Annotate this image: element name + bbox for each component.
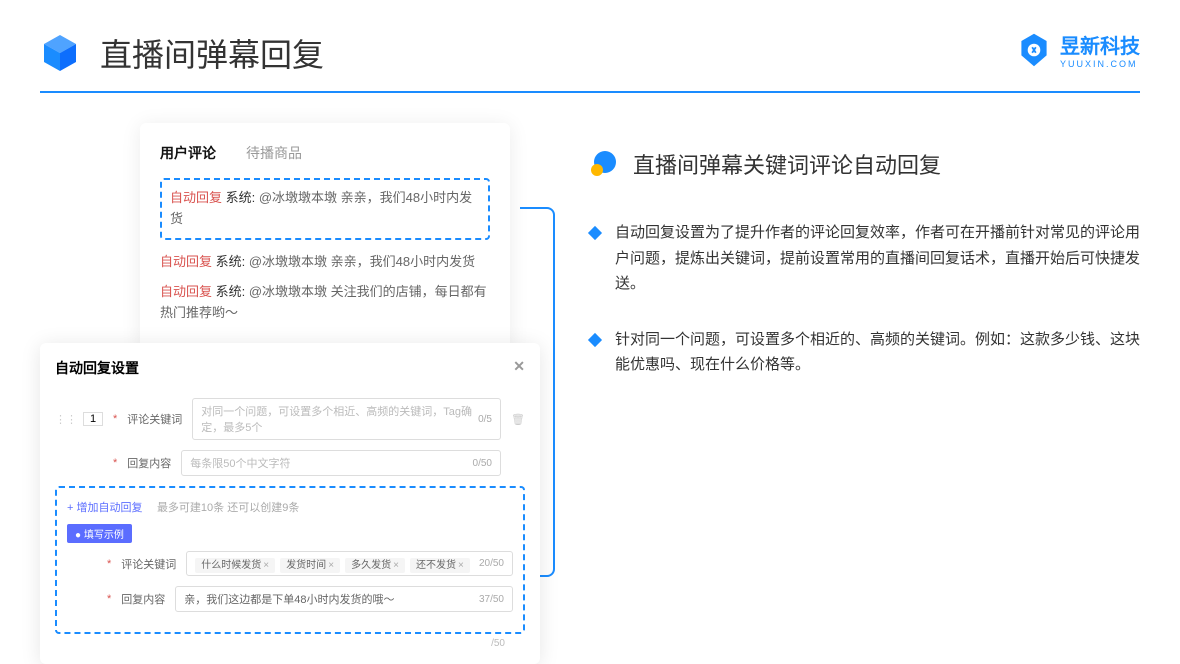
delete-icon[interactable]: 🗑 <box>511 413 525 426</box>
highlighted-comment: 自动回复 系统: @冰墩墩本墩 亲亲，我们48小时内发货 <box>160 178 490 240</box>
add-auto-reply-link[interactable]: + 增加自动回复 <box>67 502 142 514</box>
keyword-label: 评论关键词 <box>127 411 182 427</box>
page-title: 直播间弹幕回复 <box>100 30 324 76</box>
reply-input[interactable]: 每条限50个中文字符 0/50 <box>181 450 501 476</box>
brand-name: 昱新科技 <box>1060 36 1140 58</box>
add-hint: 最多可建10条 还可以创建9条 <box>157 502 299 514</box>
auto-reply-tag: 自动回复 <box>170 190 222 205</box>
auto-reply-tag: 自动回复 <box>160 284 212 299</box>
close-icon[interactable]: ✕ <box>513 358 525 378</box>
keyword-tag: 发货时间× <box>280 558 340 573</box>
brand-logo: 昱新科技 YUUXIN.COM <box>1016 30 1140 69</box>
keyword-tag: 还不发货× <box>410 558 470 573</box>
example-reply-input[interactable]: 亲，我们这边都是下单48小时内发货的哦～ 37/50 <box>175 586 513 612</box>
row-number: 1 <box>83 412 103 426</box>
keyword-input[interactable]: 对同一个问题，可设置多个相近、高频的关键词，Tag确定，最多5个 0/5 <box>192 398 501 440</box>
chat-bubble-icon <box>590 150 618 178</box>
stray-counter: /50 <box>55 634 525 649</box>
bullet-diamond-icon <box>588 226 602 240</box>
bullet-diamond-icon <box>588 332 602 346</box>
example-badge: ● 填写示例 <box>67 524 132 543</box>
example-highlight: + 增加自动回复 最多可建10条 还可以创建9条 ● 填写示例 * 评论关键词 … <box>55 486 525 634</box>
bullet-text: 自动回复设置为了提升作者的评论回复效率，作者可在开播前针对常见的评论用户问题，提… <box>615 220 1140 297</box>
brand-icon <box>1016 32 1052 68</box>
drag-icon[interactable]: ⋮⋮ <box>55 413 73 426</box>
modal-title: 自动回复设置 <box>55 358 139 378</box>
reply-label: 回复内容 <box>127 455 171 471</box>
brand-url: YUUXIN.COM <box>1060 59 1140 69</box>
header-divider <box>40 91 1140 93</box>
example-keyword-input[interactable]: 什么时候发货× 发货时间× 多久发货× 还不发货× 20/50 <box>186 551 513 576</box>
comments-panel: 用户评论 待播商品 自动回复 系统: @冰墩墩本墩 亲亲，我们48小时内发货 自… <box>140 123 510 354</box>
bullet-text: 针对同一个问题，可设置多个相近的、高频的关键词。例如：这款多少钱、这块能优惠吗、… <box>615 327 1140 378</box>
auto-reply-tag: 自动回复 <box>160 254 212 269</box>
cube-icon <box>40 33 80 73</box>
keyword-tag: 多久发货× <box>345 558 405 573</box>
tab-user-comments[interactable]: 用户评论 <box>160 143 216 163</box>
section-title: 直播间弹幕关键词评论自动回复 <box>633 148 941 180</box>
keyword-tag: 什么时候发货× <box>195 558 275 573</box>
tab-pending-products[interactable]: 待播商品 <box>246 143 302 163</box>
settings-modal: 自动回复设置 ✕ ⋮⋮ 1 * 评论关键词 对同一个问题，可设置多个相近、高频的… <box>40 343 540 664</box>
